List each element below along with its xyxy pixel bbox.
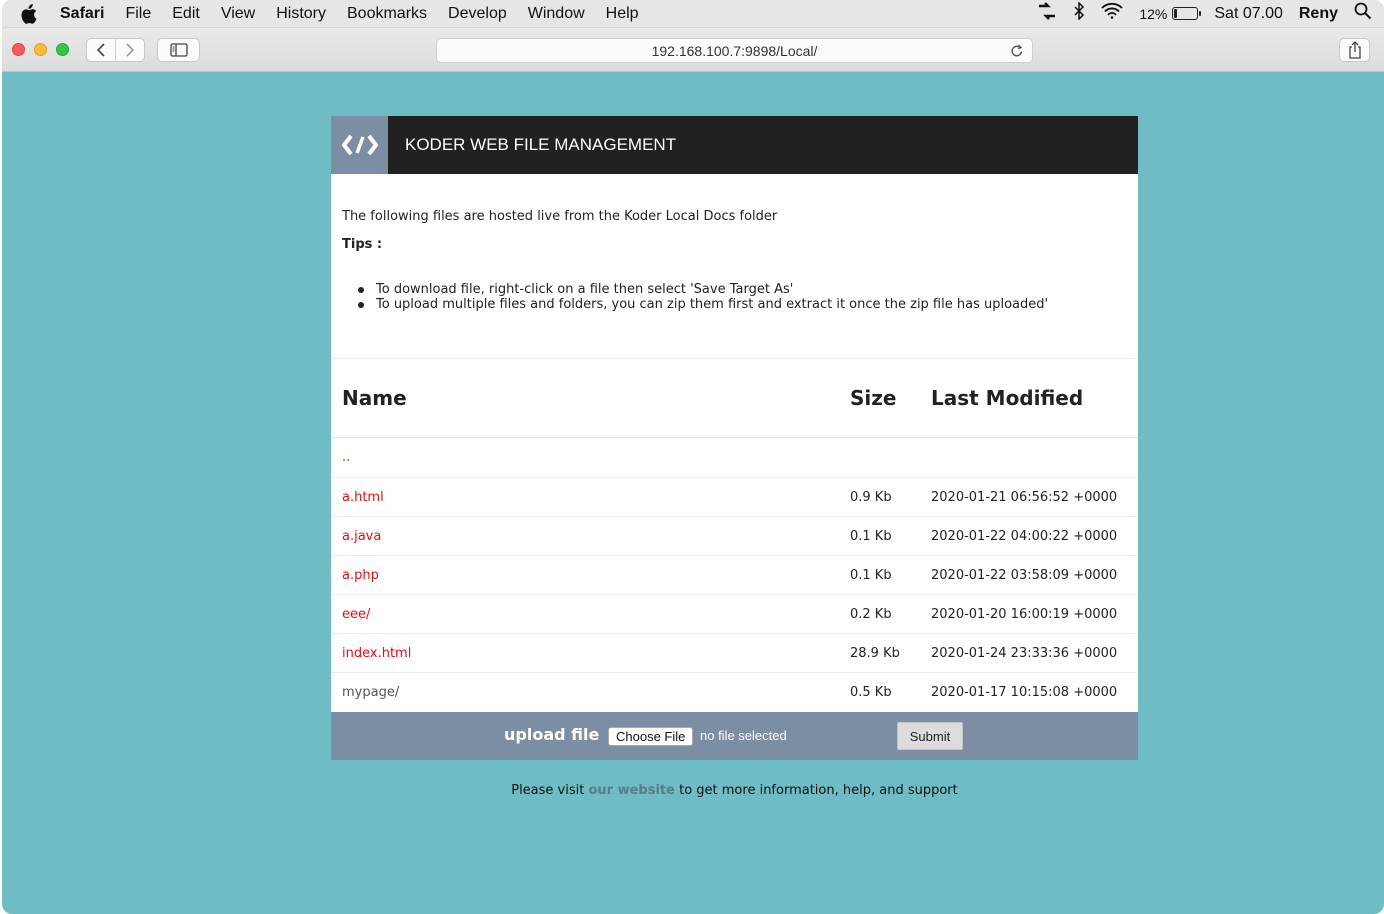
reload-icon[interactable] — [1008, 42, 1026, 60]
file-size: 0.1 Kb — [850, 567, 892, 583]
menubar-status-area: 12% Sat 07.00 Reny — [1037, 1, 1384, 25]
file-manager-panel: KODER WEB FILE MANAGEMENT The following … — [331, 116, 1138, 760]
sidebar-icon — [169, 43, 188, 57]
upload-label: upload file — [504, 725, 600, 744]
table-row-parent: .. — [331, 438, 1138, 478]
page-footer: Please visit our website to get more inf… — [331, 783, 1138, 798]
macos-menubar: Safari File Edit View History Bookmarks … — [2, 0, 1384, 28]
menu-file[interactable]: File — [125, 5, 151, 23]
file-link[interactable]: a.php — [331, 568, 850, 583]
user-name[interactable]: Reny — [1299, 5, 1338, 23]
wifi-icon[interactable] — [1101, 2, 1123, 24]
close-window-button[interactable] — [12, 43, 25, 56]
table-row: a.html 0.9 Kb 2020-01-21 06:56:52 +0000 — [331, 478, 1138, 517]
file-link[interactable]: a.html — [331, 490, 850, 505]
chevron-left-icon — [97, 43, 105, 57]
menu-history[interactable]: History — [276, 5, 326, 23]
forward-button[interactable] — [115, 39, 144, 61]
intro-section: The following files are hosted live from… — [331, 174, 1138, 359]
share-button[interactable] — [1339, 38, 1370, 62]
bluetooth-icon[interactable] — [1073, 1, 1085, 25]
file-table: Name Size Last Modified .. a.html 0.9 Kb… — [331, 359, 1138, 712]
file-size: 0.5 Kb — [850, 685, 892, 700]
clock[interactable]: Sat 07.00 — [1214, 5, 1283, 23]
battery-icon — [1172, 7, 1202, 20]
menu-app-name[interactable]: Safari — [60, 5, 104, 23]
browser-toolbar: 192.168.100.7:9898/Local/ — [2, 28, 1384, 72]
table-row: a.php 0.1 Kb 2020-01-22 03:58:09 +0000 — [331, 556, 1138, 595]
file-link[interactable]: index.html — [331, 646, 850, 661]
menu-view[interactable]: View — [221, 5, 255, 23]
file-modified: 2020-01-24 23:33:36 +0000 — [931, 645, 1118, 661]
apple-icon[interactable] — [18, 3, 38, 24]
koder-logo — [331, 116, 388, 174]
folder-link[interactable]: eee/ — [331, 607, 850, 622]
tips-label: Tips : — [342, 237, 383, 252]
file-modified: 2020-01-20 16:00:19 +0000 — [931, 606, 1118, 622]
menu-help[interactable]: Help — [606, 5, 639, 23]
table-row: mypage/ 0.5 Kb 2020-01-17 10:15:08 +0000 — [331, 673, 1138, 712]
share-icon — [1348, 41, 1361, 59]
page-header: KODER WEB FILE MANAGEMENT — [331, 116, 1138, 174]
battery-level — [1174, 9, 1177, 18]
column-header-name[interactable]: Name — [331, 386, 850, 410]
table-row: eee/ 0.2 Kb 2020-01-20 16:00:19 +0000 — [331, 595, 1138, 634]
choose-file-button[interactable]: Choose File — [608, 727, 694, 746]
column-header-modified[interactable]: Last Modified — [931, 386, 1138, 410]
file-modified: 2020-01-21 06:56:52 +0000 — [931, 489, 1118, 505]
window-controls — [12, 43, 69, 56]
menu-bookmarks[interactable]: Bookmarks — [347, 5, 427, 23]
file-size: 0.9 Kb — [850, 489, 892, 505]
column-header-size[interactable]: Size — [850, 386, 931, 410]
file-modified: 2020-01-22 03:58:09 +0000 — [931, 567, 1118, 583]
chevron-right-icon — [126, 43, 135, 57]
url-text[interactable]: 192.168.100.7:9898/Local/ — [652, 43, 818, 59]
back-button[interactable] — [87, 39, 115, 61]
file-size: 0.1 Kb — [850, 528, 892, 544]
parent-directory-link[interactable]: .. — [331, 450, 850, 465]
file-modified: 2020-01-22 04:00:22 +0000 — [931, 528, 1118, 544]
minimize-window-button[interactable] — [34, 43, 47, 56]
battery-status[interactable]: 12% — [1139, 5, 1202, 22]
page-title: KODER WEB FILE MANAGEMENT — [405, 135, 677, 154]
menu-window[interactable]: Window — [528, 5, 585, 23]
intro-text: The following files are hosted live from… — [342, 209, 778, 224]
tips-list: To download file, right-click on a file … — [342, 282, 1127, 312]
battery-percent: 12% — [1139, 5, 1168, 22]
tip-item: To upload multiple files and folders, yo… — [358, 297, 1127, 312]
submit-button[interactable]: Submit — [897, 722, 963, 750]
back-forward-group — [86, 38, 145, 62]
tip-item: To download file, right-click on a file … — [358, 282, 1127, 297]
file-link[interactable]: a.java — [331, 529, 850, 544]
upload-form: upload file Choose File no file selected… — [331, 712, 1138, 760]
sidebar-toggle-button[interactable] — [157, 38, 200, 62]
file-size: 0.2 Kb — [850, 606, 892, 622]
table-row: index.html 28.9 Kb 2020-01-24 23:33:36 +… — [331, 634, 1138, 673]
safari-window: Safari File Edit View History Bookmarks … — [2, 0, 1384, 914]
no-file-selected-text: no file selected — [700, 728, 787, 743]
code-brackets-icon — [341, 134, 378, 156]
footer-suffix: to get more information, help, and suppo… — [679, 783, 958, 798]
address-bar[interactable]: 192.168.100.7:9898/Local/ — [436, 38, 1033, 63]
transfer-arrows-icon[interactable] — [1037, 2, 1057, 25]
website-link[interactable]: our website — [588, 783, 674, 798]
folder-link[interactable]: mypage/ — [331, 685, 850, 700]
table-header: Name Size Last Modified — [331, 359, 1138, 438]
file-size: 28.9 Kb — [850, 645, 900, 661]
table-row: a.java 0.1 Kb 2020-01-22 04:00:22 +0000 — [331, 517, 1138, 556]
footer-prefix: Please visit — [511, 783, 585, 798]
spotlight-search-icon[interactable] — [1354, 2, 1372, 25]
file-modified: 2020-01-17 10:15:08 +0000 — [931, 685, 1118, 700]
zoom-window-button[interactable] — [56, 43, 69, 56]
menu-edit[interactable]: Edit — [172, 5, 200, 23]
menu-develop[interactable]: Develop — [448, 5, 507, 23]
